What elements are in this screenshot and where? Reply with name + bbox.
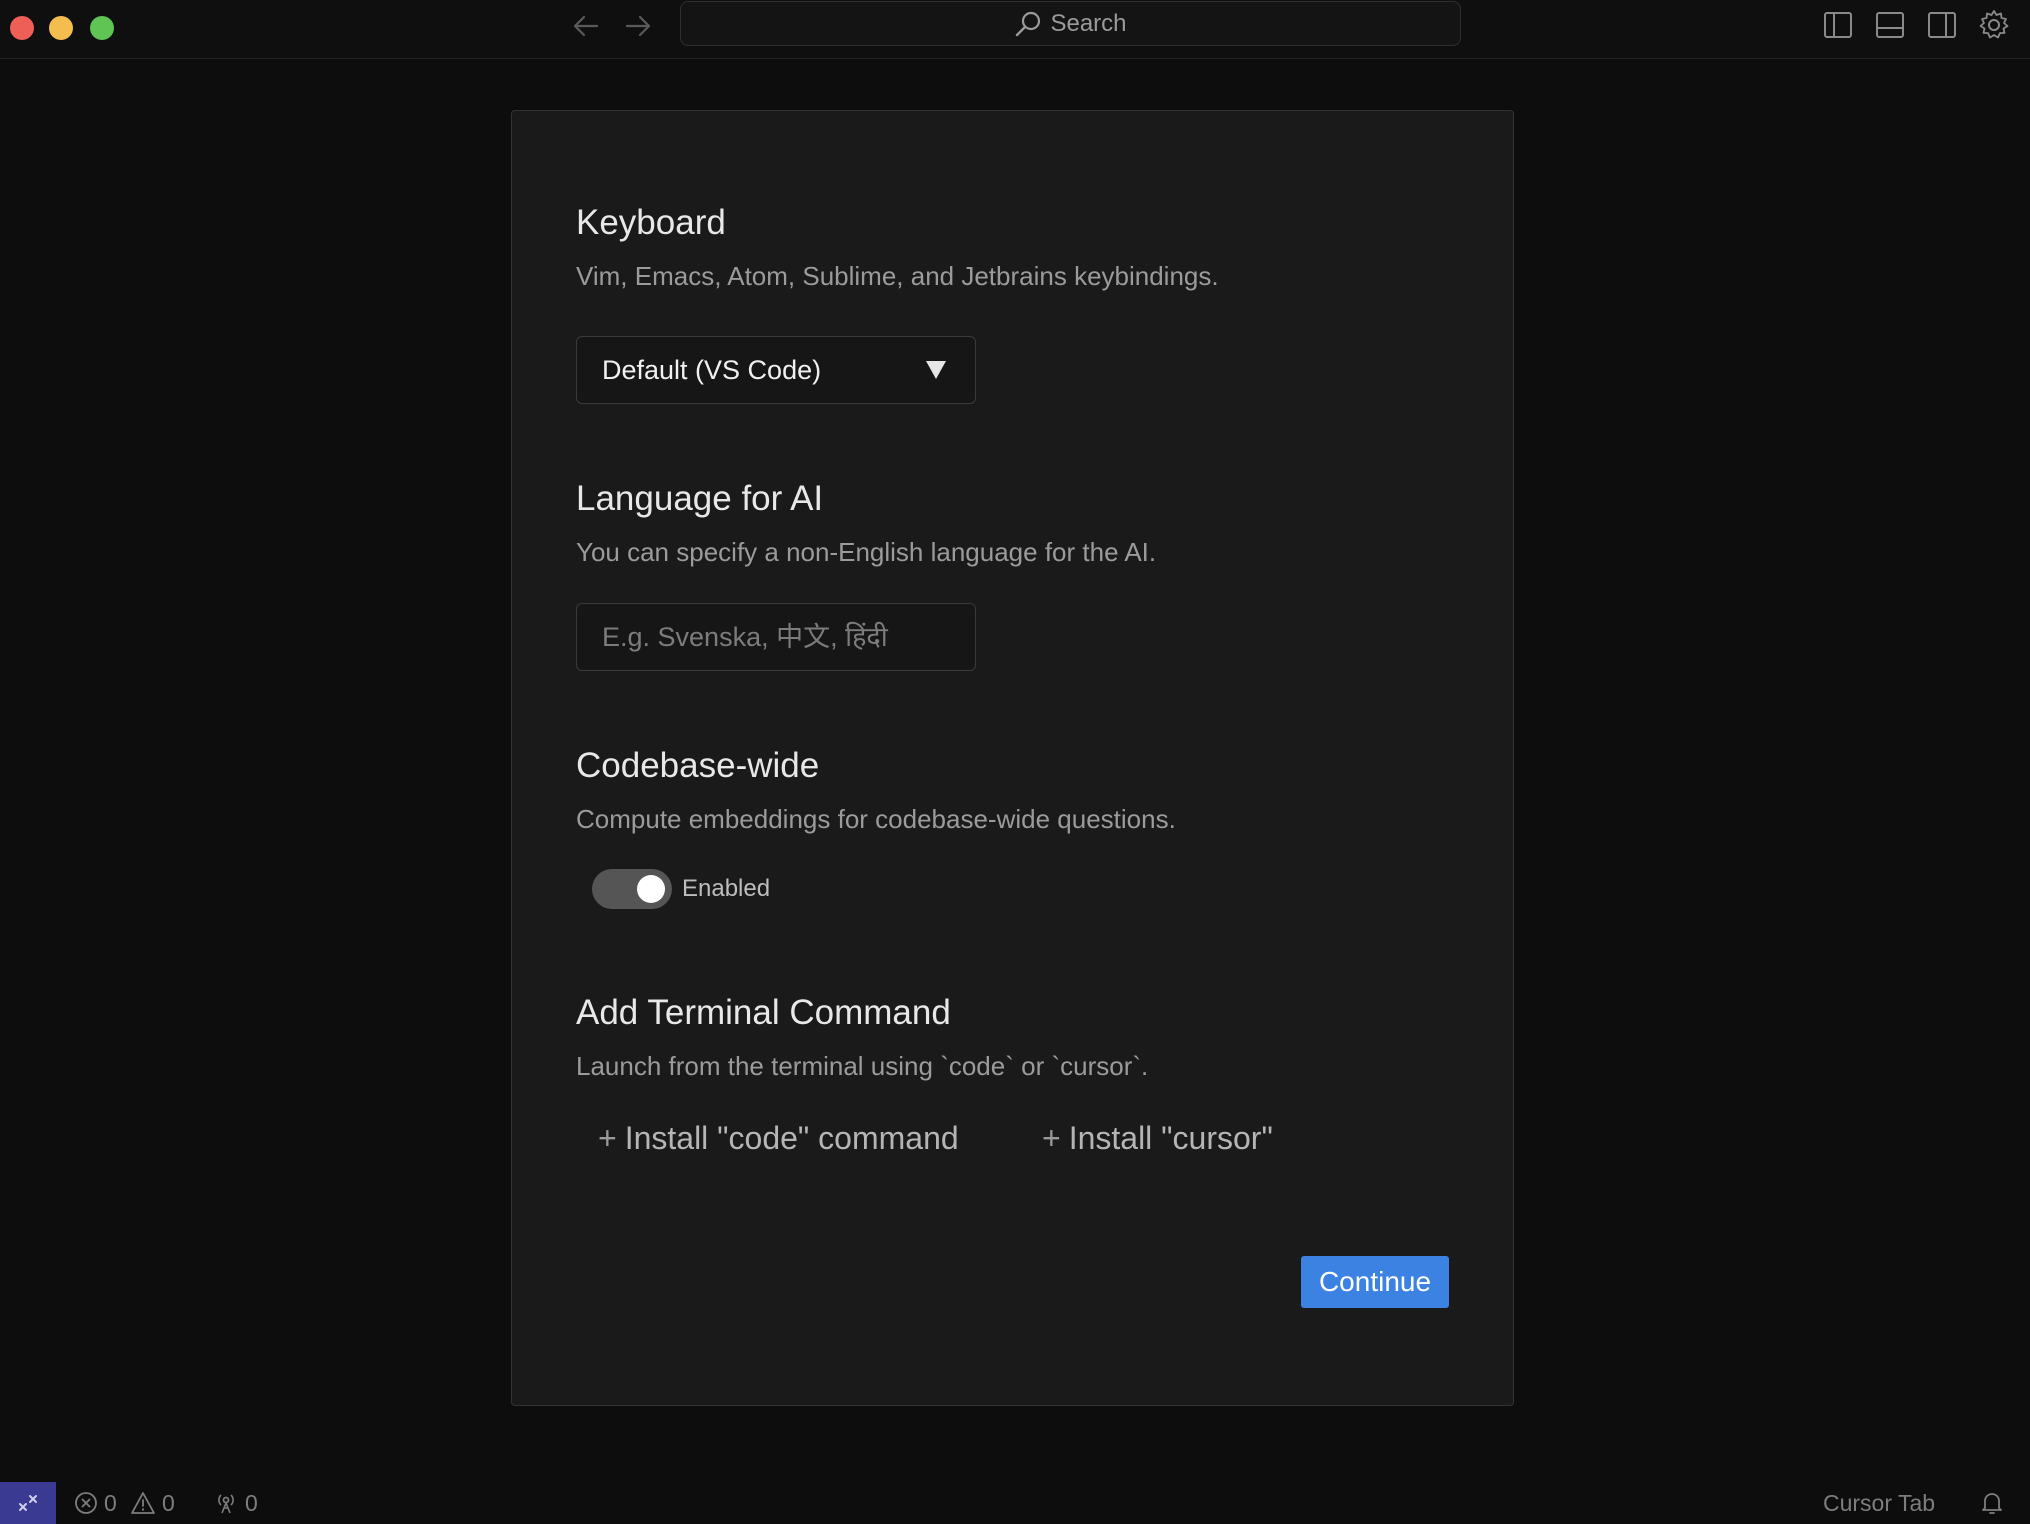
bell-icon [1982,1493,2002,1514]
continue-button[interactable]: Continue [1301,1256,1449,1308]
window-minimize-button[interactable] [49,16,73,40]
window-close-button[interactable] [10,16,34,40]
codebase-toggle-row: Enabled [592,869,770,909]
ai-language-input[interactable] [576,603,976,671]
status-bar: 0 0 0 Cursor Tab [0,1482,2030,1524]
keyboard-title: Keyboard [576,203,726,242]
sidebar-right-icon [1928,12,1956,38]
warnings-count: 0 [162,1489,175,1516]
install-code-command-button[interactable]: + Install "code" command [598,1116,959,1160]
gear-icon [1979,10,2009,39]
plus-icon: + [598,1119,617,1156]
remote-icon [19,1495,37,1511]
language-title: Language for AI [576,479,824,518]
install-cursor-command-button[interactable]: + Install "cursor" [1042,1116,1273,1160]
toggle-panel-button[interactable] [1873,8,1907,42]
keybindings-select[interactable]: Default (VS Code) [576,336,976,404]
install-code-label: Install "code" command [624,1119,959,1156]
panel-bottom-icon [1876,12,1904,38]
broadcast-icon [218,1494,234,1514]
plus-icon: + [1042,1119,1061,1156]
search-icon [1016,11,1041,36]
forward-button[interactable] [618,8,658,44]
language-section: Language for AI You can specify a non-En… [576,479,1156,568]
caret-down-icon [926,361,946,379]
install-cursor-label: Install "cursor" [1068,1119,1273,1156]
codebase-section: Codebase-wide Compute embeddings for cod… [576,746,1176,835]
back-button[interactable] [566,8,606,44]
problems-errors-button[interactable]: 0 [74,1482,117,1524]
ports-count: 0 [245,1489,258,1516]
terminal-title: Add Terminal Command [576,993,951,1032]
toggle-primary-sidebar-button[interactable] [1821,8,1855,42]
title-bar: Search [0,0,2030,59]
ports-button[interactable]: 0 [213,1482,258,1524]
chevron-right-icon [625,15,651,37]
errors-count: 0 [104,1489,117,1516]
language-description: You can specify a non-English language f… [576,537,1157,567]
codebase-embeddings-toggle[interactable] [592,869,672,909]
window-maximize-button[interactable] [90,16,114,40]
toggle-label: Enabled [682,875,771,902]
search-label: Search [1050,9,1127,37]
error-icon [75,1492,97,1514]
keybindings-selected-value: Default (VS Code) [602,354,822,385]
keyboard-description: Vim, Emacs, Atom, Sublime, and Jetbrains… [576,261,1219,291]
terminal-description: Launch from the terminal using `code` or… [576,1051,1149,1081]
codebase-description: Compute embeddings for codebase-wide que… [576,804,1176,834]
onboarding-settings-dialog: Keyboard Vim, Emacs, Atom, Sublime, and … [511,110,1514,1406]
toggle-secondary-sidebar-button[interactable] [1925,8,1959,42]
cursor-tab-status-button[interactable]: Cursor Tab [1823,1482,1935,1524]
sidebar-left-icon [1824,12,1852,38]
problems-warnings-button[interactable]: 0 [130,1482,175,1524]
cursor-tab-label: Cursor Tab [1823,1489,1936,1516]
warning-icon [131,1492,155,1514]
toggle-knob [637,875,665,903]
remote-indicator-button[interactable] [0,1482,56,1524]
chevron-left-icon [573,15,599,37]
notifications-button[interactable] [1980,1482,2004,1524]
keyboard-section: Keyboard Vim, Emacs, Atom, Sublime, and … [576,203,1219,292]
command-search-bar[interactable]: Search [680,1,1461,46]
codebase-title: Codebase-wide [576,746,820,785]
settings-button[interactable] [1977,8,2011,42]
terminal-section: Add Terminal Command Launch from the ter… [576,993,1148,1082]
